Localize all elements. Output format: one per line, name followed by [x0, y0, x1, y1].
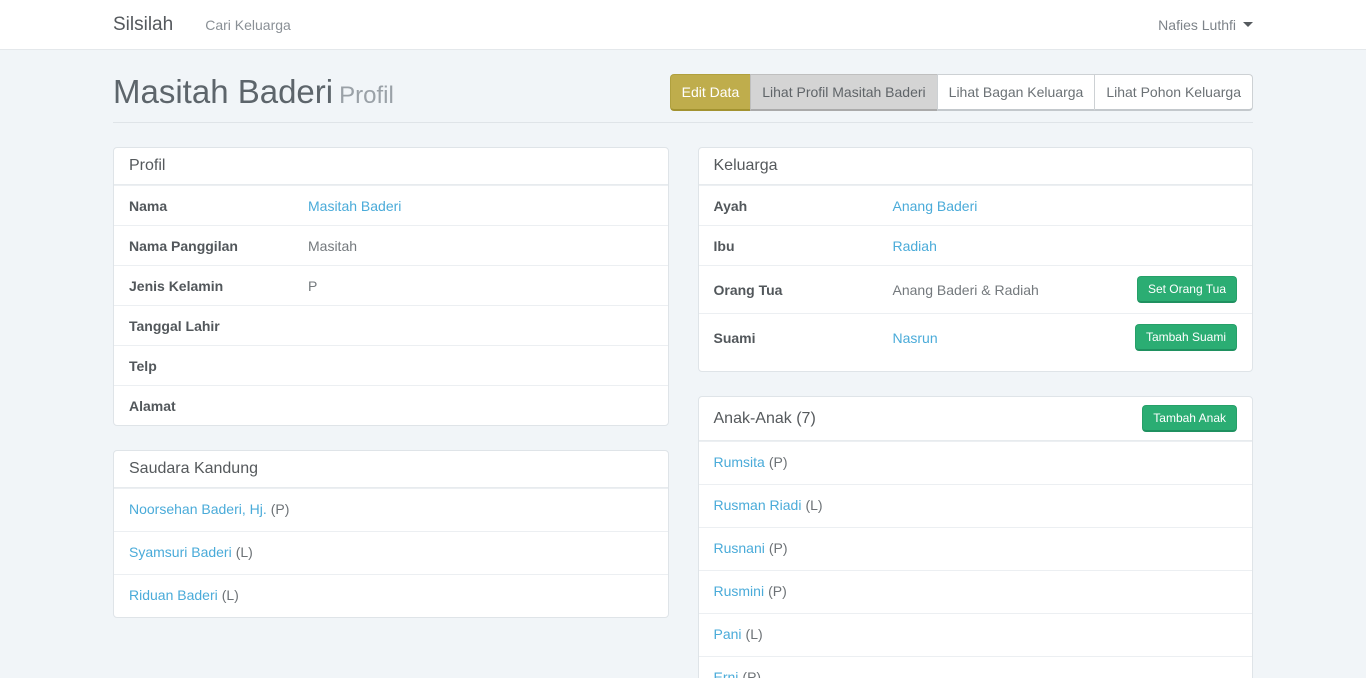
list-item: Erni(P)	[699, 656, 1253, 678]
user-name: Nafies Luthfi	[1158, 17, 1236, 33]
user-dropdown-toggle[interactable]: Nafies Luthfi	[1158, 17, 1253, 33]
person-link[interactable]: Erni	[714, 669, 739, 678]
field-label: Suami	[714, 330, 893, 346]
person-link[interactable]: Anang Baderi	[893, 198, 978, 214]
person-link[interactable]: Pani	[714, 626, 742, 642]
profile-row-panggilan: Nama Panggilan Masitah	[114, 225, 668, 265]
profile-row-tanggal-lahir: Tanggal Lahir	[114, 305, 668, 345]
saudara-kandung-panel: Saudara Kandung Noorsehan Baderi, Hj.(P)…	[113, 450, 669, 618]
family-row-ayah: Ayah Anang Baderi	[699, 185, 1253, 225]
brand-link[interactable]: Silsilah	[113, 14, 173, 36]
list-item: Rusman Riadi(L)	[699, 484, 1253, 527]
profile-row-alamat: Alamat	[114, 385, 668, 425]
gender-label: (P)	[769, 454, 788, 470]
gender-label: (L)	[805, 497, 822, 513]
field-label: Jenis Kelamin	[129, 278, 308, 294]
list-item: Riduan Baderi(L)	[114, 574, 668, 617]
lihat-pohon-button[interactable]: Lihat Pohon Keluarga	[1094, 74, 1253, 111]
right-column: Keluarga Ayah Anang Baderi Ibu Radiah Or…	[698, 147, 1254, 678]
field-label: Tanggal Lahir	[129, 318, 308, 334]
profile-row-nama: Nama Masitah Baderi	[114, 185, 668, 225]
person-link[interactable]: Radiah	[893, 238, 937, 254]
profil-panel: Profil Nama Masitah Baderi Nama Panggila…	[113, 147, 669, 426]
person-link[interactable]: Nasrun	[893, 330, 938, 346]
profile-row-telp: Telp	[114, 345, 668, 385]
family-row-suami: Suami Nasrun Tambah Suami	[699, 313, 1253, 361]
person-link[interactable]: Rusmini	[714, 583, 765, 599]
gender-label: (P)	[768, 583, 787, 599]
gender-label: (L)	[236, 544, 253, 560]
edit-data-button[interactable]: Edit Data	[670, 74, 752, 111]
list-item: Rusnani(P)	[699, 527, 1253, 570]
navbar: Silsilah Cari Keluarga Nafies Luthfi	[0, 0, 1366, 50]
left-column: Profil Nama Masitah Baderi Nama Panggila…	[113, 147, 669, 618]
list-item: Rusmini(P)	[699, 570, 1253, 613]
person-name: Masitah Baderi	[113, 73, 333, 110]
person-link[interactable]: Riduan Baderi	[129, 587, 218, 603]
person-link[interactable]: Rusman Riadi	[714, 497, 802, 513]
field-label: Orang Tua	[714, 282, 893, 298]
field-value: P	[308, 278, 653, 294]
person-link[interactable]: Masitah Baderi	[308, 198, 401, 214]
person-link[interactable]: Rusnani	[714, 540, 765, 556]
lihat-bagan-button[interactable]: Lihat Bagan Keluarga	[937, 74, 1096, 111]
page-head: Masitah BaderiProfil Edit Data Lihat Pro…	[113, 50, 1253, 111]
list-item: Rumsita(P)	[699, 441, 1253, 484]
page-title: Masitah BaderiProfil	[113, 73, 394, 111]
tambah-suami-button[interactable]: Tambah Suami	[1135, 324, 1237, 351]
gender-label: (P)	[769, 540, 788, 556]
field-value: Anang Baderi & Radiah	[893, 282, 1137, 298]
person-link[interactable]: Rumsita	[714, 454, 765, 470]
saudara-panel-title: Saudara Kandung	[129, 460, 258, 478]
field-value: Masitah	[308, 238, 653, 254]
person-link[interactable]: Noorsehan Baderi, Hj.	[129, 501, 267, 517]
tambah-anak-button[interactable]: Tambah Anak	[1142, 405, 1237, 432]
gender-label: (P)	[742, 669, 761, 678]
field-label: Ayah	[714, 198, 893, 214]
gender-label: (L)	[222, 587, 239, 603]
gender-label: (P)	[271, 501, 290, 517]
field-label: Telp	[129, 358, 308, 374]
person-link[interactable]: Syamsuri Baderi	[129, 544, 232, 560]
header-divider	[113, 122, 1253, 123]
gender-label: (L)	[746, 626, 763, 642]
page-subtitle: Profil	[339, 82, 394, 109]
field-label: Ibu	[714, 238, 893, 254]
set-orang-tua-button[interactable]: Set Orang Tua	[1137, 276, 1237, 303]
keluarga-panel: Keluarga Ayah Anang Baderi Ibu Radiah Or…	[698, 147, 1254, 372]
field-label: Alamat	[129, 398, 308, 414]
field-label: Nama Panggilan	[129, 238, 308, 254]
keluarga-panel-title: Keluarga	[714, 157, 778, 175]
nav-item-cari-keluarga[interactable]: Cari Keluarga	[205, 17, 291, 33]
profil-panel-title: Profil	[129, 157, 165, 175]
field-label: Nama	[129, 198, 308, 214]
list-item: Syamsuri Baderi(L)	[114, 531, 668, 574]
list-item: Pani(L)	[699, 613, 1253, 656]
action-button-group: Edit Data Lihat Profil Masitah Baderi Li…	[670, 74, 1253, 111]
lihat-profil-button[interactable]: Lihat Profil Masitah Baderi	[750, 74, 937, 111]
anak-panel-title: Anak-Anak (7)	[714, 410, 816, 428]
profile-row-jenis-kelamin: Jenis Kelamin P	[114, 265, 668, 305]
family-row-orang-tua: Orang Tua Anang Baderi & Radiah Set Oran…	[699, 265, 1253, 313]
list-item: Noorsehan Baderi, Hj.(P)	[114, 488, 668, 531]
anak-anak-panel: Anak-Anak (7) Tambah Anak Rumsita(P) Rus…	[698, 396, 1254, 678]
family-row-ibu: Ibu Radiah	[699, 225, 1253, 265]
caret-down-icon	[1243, 22, 1253, 27]
